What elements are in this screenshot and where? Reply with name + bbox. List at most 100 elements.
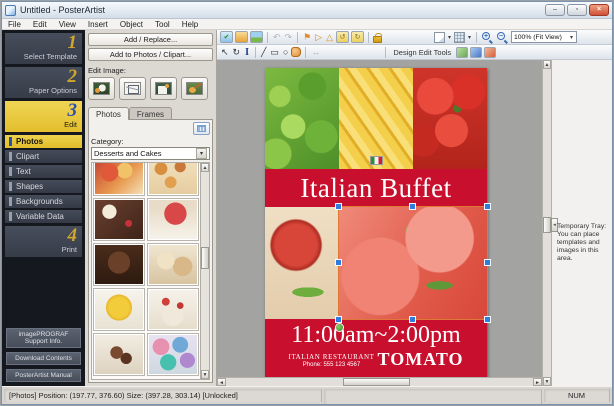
poster-image-lettuce[interactable] [265,68,339,169]
redo-icon[interactable]: ↷ [284,31,294,44]
cutout-button[interactable] [88,77,115,100]
menu-view[interactable]: View [53,20,82,29]
add-replace-button[interactable]: Add / Replace... [88,33,213,46]
scroll-up-icon[interactable]: ▲ [201,163,209,172]
italian-flag-icon[interactable] [370,156,383,165]
photo-thumbnail[interactable] [147,243,199,286]
photo-thumbnail[interactable] [147,198,199,241]
step-select-template[interactable]: 1 Select Template [5,33,82,64]
page-setup-icon[interactable] [434,32,445,43]
temporary-tray[interactable]: ◂ Temporary Tray: You can place template… [551,60,612,386]
sidebar-item-text[interactable]: Text [5,165,82,178]
menu-tool[interactable]: Tool [149,20,176,29]
photo-list-scrollbar[interactable]: ▲ ▼ [201,162,210,380]
selection-handle[interactable] [336,260,341,265]
trimming-button[interactable] [119,77,146,100]
poster-image-salad-selected[interactable] [339,207,487,319]
flip-horizontal-icon[interactable]: ▷ [314,31,323,44]
rotate-page-left-icon[interactable]: ↺ [336,31,349,43]
design-canvas[interactable]: Italian Buffet [217,60,542,377]
sidebar-item-shapes[interactable]: Shapes [5,180,82,193]
text-tool-icon[interactable]: I [243,46,251,59]
photo-thumbnail[interactable] [147,162,199,196]
zoom-in-icon[interactable]: + [482,32,493,43]
selection-handle[interactable] [485,204,490,209]
add-to-photos-clipart-button[interactable]: Add to Photos / Clipart... [88,48,213,61]
flip-vertical-icon[interactable]: △ [325,31,334,44]
photo-thumbnail[interactable] [93,243,145,286]
rectangle-tool-icon[interactable]: ▭ [269,46,280,59]
photo-thumbnail[interactable] [93,198,145,241]
scrollbar-thumb[interactable] [201,247,209,269]
resize-tool-icon[interactable]: ↔ [310,46,321,59]
close-button[interactable]: × [589,4,609,16]
grid-settings-dropdown-icon[interactable]: ▾ [467,34,472,41]
category-dropdown[interactable]: Desserts and Cakes ▾ [91,147,210,160]
photo-thumbnail[interactable] [93,162,145,196]
canvas-horizontal-scrollbar[interactable]: ◄ ► [217,377,542,386]
poster-image-pasta[interactable] [339,68,413,169]
posterartist-manual-button[interactable]: PosterArtist Manual [6,369,81,382]
scroll-down-icon[interactable]: ▼ [201,370,209,379]
grid-settings-icon[interactable] [454,32,465,43]
ellipse-tool-icon[interactable]: ○ [282,46,289,59]
imageprograf-support-button[interactable]: imagePROGRAF Support Info. [6,328,81,348]
auto-design-icon[interactable]: ✔ [220,31,233,43]
page-setup-dropdown-icon[interactable]: ▾ [447,34,452,41]
zoom-out-icon[interactable]: − [497,32,508,43]
download-contents-button[interactable]: Download Contents [6,352,81,365]
insert-photo-icon[interactable] [250,31,263,43]
poster-time-text[interactable]: 11:00am~2:00pm [265,322,487,348]
poster-image-tomato-pea[interactable] [265,207,339,319]
scrollbar-thumb[interactable] [343,378,411,386]
selection-handle[interactable] [410,204,415,209]
step-print[interactable]: 4 Print [5,226,82,257]
view-mode-button[interactable] [193,122,210,135]
menu-edit[interactable]: Edit [27,20,53,29]
step-paper-options[interactable]: 2 Paper Options [5,67,82,98]
canvas-vertical-scrollbar[interactable]: ▲ ▼ [542,60,551,386]
rotate-page-right-icon[interactable]: ↻ [351,31,364,43]
lock-icon[interactable] [373,36,382,43]
scroll-down-icon[interactable]: ▼ [543,377,551,386]
photo-thumbnail[interactable] [147,288,199,331]
tab-photos[interactable]: Photos [88,107,129,120]
poster-image-tomatoes[interactable] [413,68,487,169]
poster-restaurant-block[interactable]: ITALIAN RESTAURANT Phone: 555 123 4567 T… [265,349,487,369]
selection-handle[interactable] [485,317,490,322]
selection-handle[interactable] [485,260,490,265]
undo-icon[interactable]: ↶ [272,31,282,44]
design-tool-2-icon[interactable] [470,47,482,58]
menu-object[interactable]: Object [114,20,149,29]
hand-tool-icon[interactable] [291,47,301,57]
sidebar-item-backgrounds[interactable]: Backgrounds [5,195,82,208]
zoom-level-dropdown[interactable]: 100% (Fit View) ▾ [511,31,577,43]
retouch-button[interactable] [181,77,208,100]
poster-title-text[interactable]: Italian Buffet [300,173,451,204]
scrollbar-thumb[interactable] [543,217,551,233]
scroll-up-icon[interactable]: ▲ [543,60,551,69]
sidebar-item-photos[interactable]: Photos [5,135,82,148]
rotate-handle[interactable] [336,324,343,331]
select-tool-icon[interactable]: ↖ [220,46,230,59]
selection-handle[interactable] [336,317,341,322]
scroll-right-icon[interactable]: ► [533,378,542,386]
line-tool-icon[interactable]: ╱ [260,46,267,59]
align-icon[interactable]: ⚑ [302,31,312,44]
step-edit[interactable]: 3 Edit [5,101,82,132]
design-tool-1-icon[interactable] [456,47,468,58]
add-image-icon[interactable] [235,31,248,43]
design-tool-3-icon[interactable] [484,47,496,58]
selection-handle[interactable] [410,317,415,322]
sidebar-item-clipart[interactable]: Clipart [5,150,82,163]
menu-file[interactable]: File [2,20,27,29]
menu-insert[interactable]: Insert [82,20,114,29]
maximize-button[interactable]: ▫ [567,4,587,16]
photo-thumbnail[interactable] [93,288,145,331]
rotate-tool-icon[interactable]: ↻ [232,46,242,59]
scroll-left-icon[interactable]: ◄ [217,378,226,386]
photo-thumbnail[interactable] [93,333,145,376]
sidebar-item-variable-data[interactable]: Variable Data [5,210,82,223]
frame-button[interactable] [150,77,177,100]
minimize-button[interactable]: – [545,4,565,16]
